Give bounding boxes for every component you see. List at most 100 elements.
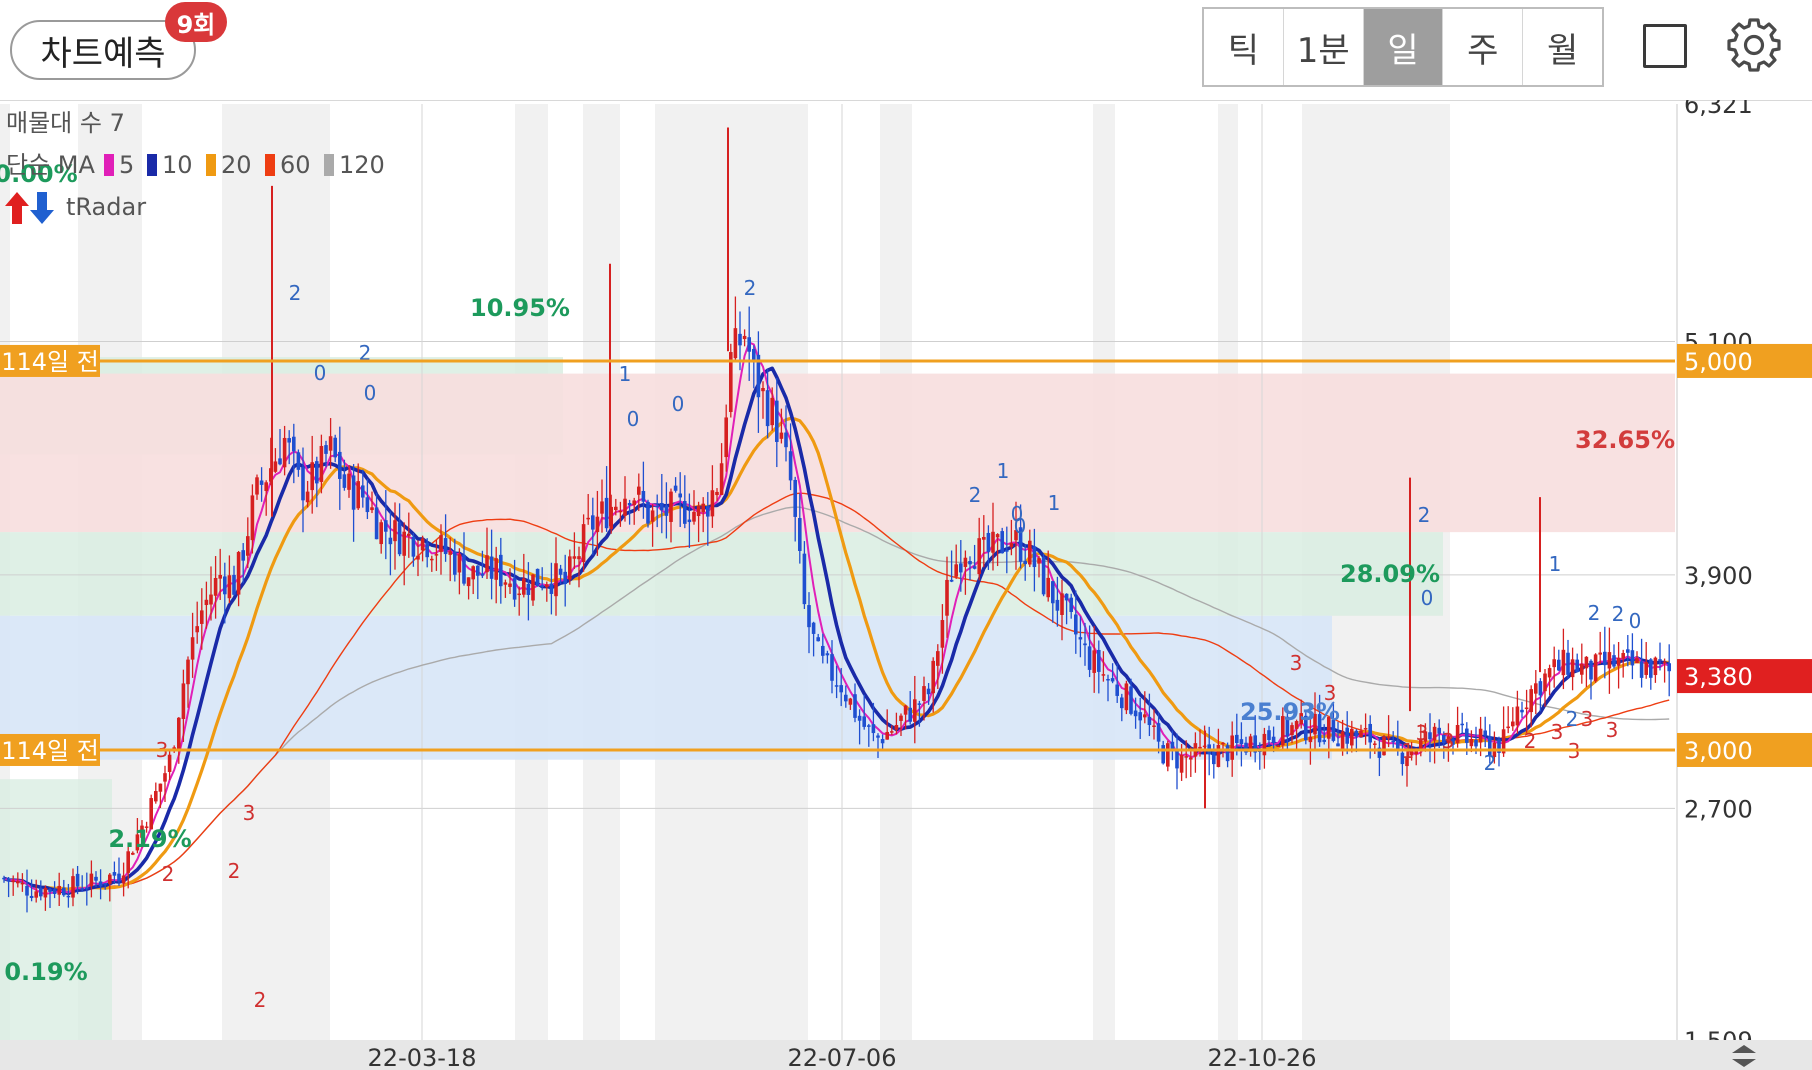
radar-marker: 0 [1421,586,1434,610]
candle-body [388,537,393,545]
candle-body [1373,743,1377,745]
candle-body [25,885,29,896]
tab-week[interactable]: 주 [1443,9,1524,85]
candle-body [1262,733,1267,756]
candle-body [1198,746,1202,749]
radar-marker: 2 [228,859,241,883]
candle-body [402,531,406,556]
candle-body [1110,678,1115,682]
candle-body [1547,668,1552,678]
candle-body [614,506,618,511]
candle-body [186,659,190,685]
candle-body [1221,742,1225,745]
candle-body [1455,724,1460,743]
candle-body [1359,730,1363,738]
candle-body [1138,712,1142,721]
candle-body [1074,614,1078,635]
radar-marker: 2 [1418,503,1431,527]
candle-body [103,883,107,885]
candle-body [669,491,673,522]
candle-body [1092,650,1096,673]
radar-marker: 0 [1014,514,1027,538]
tab-tick[interactable]: 틱 [1204,9,1284,85]
candle-body [706,506,710,517]
candle-body [356,481,360,509]
candle-body [972,566,977,569]
candle-body [765,390,770,427]
zone-pct-label: 25.93% [1240,698,1340,726]
candle-body [1580,663,1584,675]
candle-body [292,436,296,452]
candle-body [287,438,291,443]
candle-body [476,565,480,576]
candle-body [1276,745,1280,747]
candle-body [1101,674,1106,676]
candle-body [1290,725,1294,735]
candle-body [917,703,922,705]
candle-body [1474,739,1478,747]
radar-marker: 2 [1484,751,1497,775]
gear-icon[interactable] [1725,16,1783,74]
candle-body [1166,743,1170,767]
candle-body [890,731,894,733]
tab-1min[interactable]: 1분 [1284,9,1364,85]
candle-body [1115,684,1119,696]
candle-body [1649,659,1653,678]
candle-body [1552,659,1556,668]
candle-body [1350,728,1354,746]
candle-body [117,873,121,882]
candle-body [112,872,117,876]
candle-body [163,773,167,782]
candle-body [121,875,126,884]
tab-day[interactable]: 일 [1363,9,1444,85]
square-checkbox-icon[interactable] [1643,24,1687,68]
candle-body [931,660,935,694]
candle-body [1662,661,1667,664]
candle-body [94,876,98,881]
candle-body [775,400,779,442]
zone-pct-label: 28.09% [1340,560,1440,588]
candle-body [213,577,218,596]
ma-color-swatch [104,154,114,176]
candle-body [742,335,747,340]
candle-body [1575,659,1579,673]
candle-body [443,538,448,555]
candle-body [526,584,531,595]
price-chart[interactable]: 202010021012020122033233323312332232 114… [0,100,1812,1070]
candle-body [683,500,687,524]
candle-body [540,585,544,587]
radar-marker: 0 [1629,609,1642,633]
candle-body [503,582,508,585]
candle-body [821,645,825,656]
candle-body [982,536,986,540]
candle-body [301,466,305,501]
candle-body [522,578,526,595]
green-zone [0,532,1443,616]
candle-body [98,881,103,887]
radar-marker: 3 [1606,718,1619,742]
candle-body [250,495,255,541]
candle-body [1368,723,1372,743]
tab-month[interactable]: 월 [1523,9,1602,85]
candle-body [1129,686,1133,714]
date-axis-label: 22-10-26 [1208,1044,1317,1070]
candle-body [719,463,724,495]
candle-body [480,573,485,576]
candle-body [62,887,66,896]
candle-body [784,432,788,448]
candle-body [572,556,577,559]
zone-pct-label: 0.19% [4,958,87,986]
candle-body [1639,661,1644,678]
candle-body [177,717,181,750]
radar-marker: 0 [364,381,377,405]
candle-body [66,895,71,898]
candle-body [11,880,15,883]
candle-body [1391,740,1395,743]
candle-body [1179,754,1184,773]
candle-body [1175,751,1179,769]
chart-canvas[interactable]: 202010021012020122033233323312332232 114… [0,100,1812,1070]
candle-body [39,888,43,897]
candle-body [393,520,397,542]
candle-body [696,506,701,517]
candle-body [848,698,853,705]
